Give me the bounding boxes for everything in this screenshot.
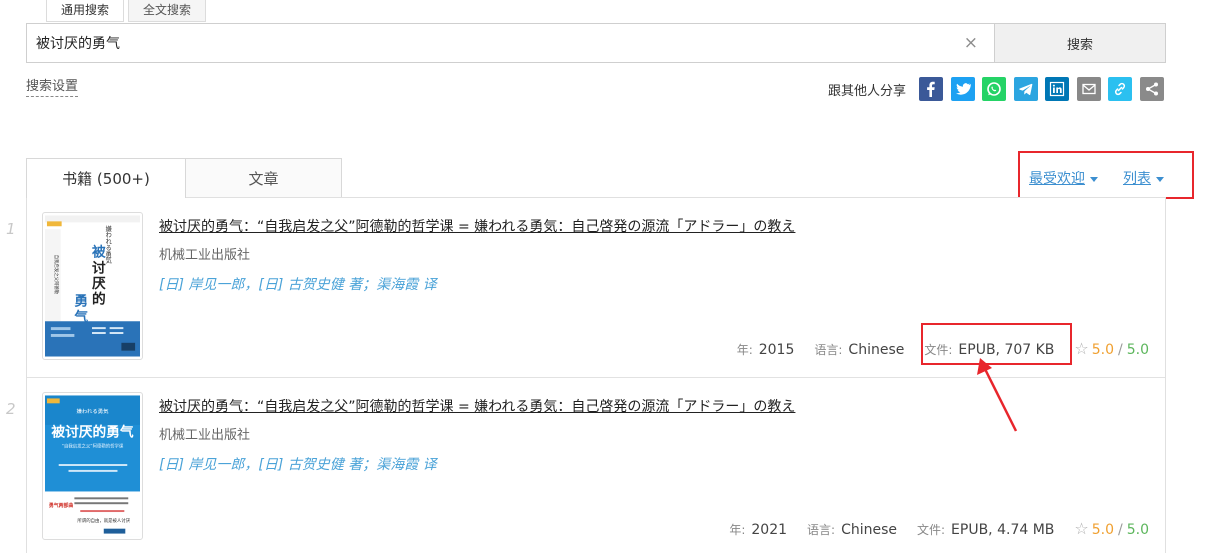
telegram-share-button[interactable] [1013,77,1038,101]
language-value: Chinese [848,342,905,358]
svg-text:自我启发之父阿德勒: 自我启发之父阿德勒 [53,255,60,295]
rating-separator: / [1118,522,1123,538]
facebook-share-button[interactable] [919,77,944,101]
rating-max: 5.0 [1126,522,1149,538]
rating: ☆ 5.0/5.0 [1074,519,1149,538]
view-mode-dropdown[interactable]: 列表 [1123,168,1164,188]
svg-text:被: 被 [92,244,106,261]
rating-value: 5.0 [1091,522,1115,538]
more-share-button[interactable] [1139,77,1164,101]
search-bar: × 搜索 [26,23,1166,63]
search-settings-link[interactable]: 搜索设置 [26,79,79,97]
telegram-icon [1018,83,1032,96]
share-bar: 跟其他人分享 [828,76,1164,102]
result-index: 1 [6,220,16,238]
book-authors[interactable]: [日] 岸见一郎，[日] 古贺史健 著；渠海霞 译 [159,274,437,294]
clear-icon[interactable]: × [964,34,978,52]
file-info: 文件: EPUB, 4.74 MB [917,521,1054,538]
book-cover-image: 自我启发之父阿德勒 嫌われる勇気 被 讨 厌 的 勇 气 [45,215,140,357]
svg-text:勇: 勇 [74,294,88,310]
tab-general-search[interactable]: 通用搜索 [46,0,125,22]
facebook-icon [927,81,935,97]
sort-order-label: 最受欢迎 [1029,171,1085,187]
share-icon [1145,82,1158,96]
search-button[interactable]: 搜索 [994,23,1166,63]
tab-fulltext-search[interactable]: 全文搜索 [128,0,207,22]
twitter-share-button[interactable] [950,77,975,101]
book-cover[interactable]: 嫌われる勇気 被讨厌的勇气 “自我启发之父”阿德勒的哲学课 勇气两部曲 所谓的自… [42,392,143,540]
year-value: 2015 [758,342,795,358]
book-authors[interactable]: [日] 岸见一郎，[日] 古贺史健 著；渠海霞 译 [159,454,437,474]
svg-text:的: 的 [92,291,106,308]
linkedin-icon [1049,81,1065,97]
star-icon: ☆ [1074,339,1089,358]
tab-books[interactable]: 书籍 (500+) [26,158,186,198]
view-mode-label: 列表 [1123,171,1151,187]
year-info: 年: 2015 [737,341,795,358]
whatsapp-share-button[interactable] [982,77,1007,101]
svg-text:“自我启发之父”阿德勒的哲学课: “自我启发之父”阿德勒的哲学课 [62,442,124,449]
language-label: 语言: [807,523,836,537]
tab-articles[interactable]: 文章 [186,158,342,198]
svg-text:所谓的自由，就是被人讨厌: 所谓的自由，就是被人讨厌 [77,517,130,524]
rating-max: 5.0 [1126,342,1149,358]
book-cover[interactable]: 自我启发之父阿德勒 嫌われる勇気 被 讨 厌 的 勇 气 [42,212,143,360]
caret-down-icon [1156,176,1164,182]
svg-text:厌: 厌 [92,276,106,292]
rating: ☆ 5.0/5.0 [1074,339,1149,358]
language-info: 语言: Chinese [807,521,897,538]
svg-text:讨: 讨 [92,259,106,276]
year-info: 年: 2021 [729,521,787,538]
search-box: × [26,23,994,63]
twitter-icon [955,83,971,95]
year-value: 2021 [751,522,788,538]
year-label: 年: [736,343,753,357]
book-publisher: 机械工业出版社 [159,428,251,443]
sort-order-dropdown[interactable]: 最受欢迎 [1029,168,1098,188]
book-title-link[interactable]: 被讨厌的勇气：“自我启发之父”阿德勒的哲学课 = 嫌われる勇気：自己啓発の源流「… [159,216,795,236]
link-icon [1115,82,1125,96]
file-value: EPUB, 4.74 MB [951,522,1055,538]
copy-link-button[interactable] [1108,77,1133,101]
search-input[interactable] [27,24,994,62]
svg-text:被讨厌的勇气: 被讨厌的勇气 [51,424,134,441]
year-label: 年: [729,523,746,537]
language-info: 语言: Chinese [814,341,904,358]
result-index: 2 [6,400,16,418]
file-label: 文件: [917,523,946,537]
book-publisher: 机械工业出版社 [159,248,251,263]
annotation-arrow-icon [977,358,1018,432]
whatsapp-icon [987,82,1001,96]
share-label: 跟其他人分享 [828,83,907,99]
caret-down-icon [1090,176,1098,182]
email-share-button[interactable] [1076,77,1101,101]
rating-separator: / [1118,342,1123,358]
language-label: 语言: [814,343,843,357]
svg-text:勇气两部曲: 勇气两部曲 [49,502,73,509]
star-icon: ☆ [1074,519,1089,538]
rating-value: 5.0 [1091,342,1115,358]
search-type-tabs: 通用搜索 全文搜索 [46,0,210,22]
language-value: Chinese [841,522,897,538]
linkedin-share-button[interactable] [1045,77,1070,101]
result-tabs: 书籍 (500+) 文章 [26,158,342,198]
book-meta: 年: 2021 语言: Chinese 文件: EPUB, 4.74 MB ☆ 5.0/… [729,519,1149,538]
mail-icon [1081,83,1096,95]
book-title-link[interactable]: 被讨厌的勇气：“自我启发之父”阿德勒的哲学课 = 嫌われる勇気：自己啓発の源流「… [159,396,795,416]
svg-text:嫌われる勇気: 嫌われる勇気 [77,407,110,415]
book-cover-image: 嫌われる勇気 被讨厌的勇气 “自我启发之父”阿德勒的哲学课 勇气两部曲 所谓的自… [45,395,140,537]
